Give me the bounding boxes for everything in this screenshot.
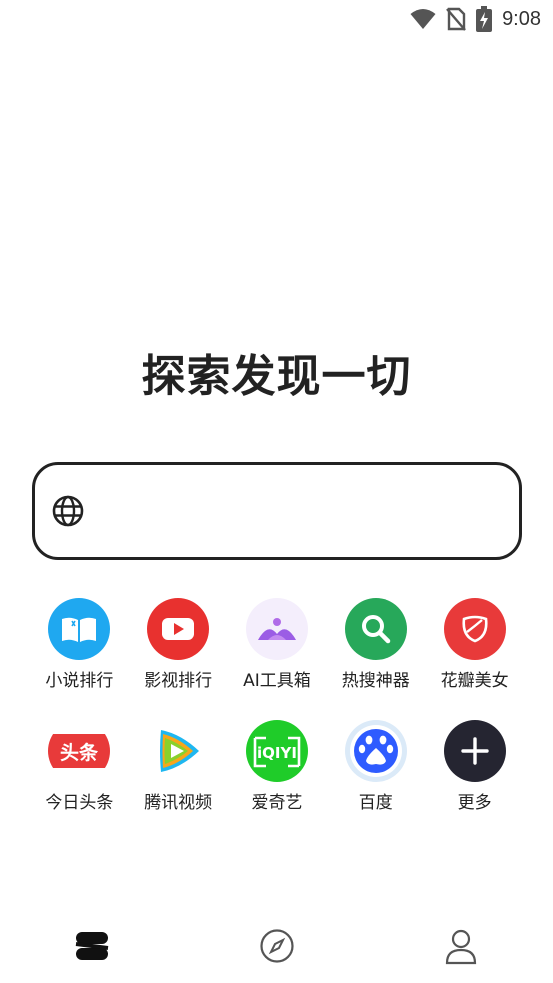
search-icon <box>344 598 407 660</box>
petal-icon <box>443 598 506 660</box>
toutiao-logo-text: 头条 <box>60 741 99 764</box>
app-tencent-video[interactable]: 腾讯视频 <box>129 720 228 828</box>
status-time: 9:08 <box>502 7 541 30</box>
app-label: 影视排行 <box>144 671 213 691</box>
bottom-nav <box>0 912 553 978</box>
search-box[interactable] <box>32 462 522 560</box>
nav-profile[interactable] <box>441 926 481 966</box>
app-more[interactable]: 更多 <box>425 720 524 828</box>
nav-home[interactable] <box>72 926 112 966</box>
app-label: 百度 <box>358 793 393 813</box>
app-novel-ranking[interactable]: 小说排行 <box>30 598 129 706</box>
battery-charging-icon <box>476 6 493 32</box>
app-petal-beauty[interactable]: 花瓣美女 <box>425 598 524 706</box>
app-toutiao[interactable]: 头条 今日头条 <box>30 720 129 828</box>
person-icon <box>445 929 477 965</box>
status-bar: 9:08 <box>0 0 553 38</box>
wifi-icon <box>410 9 436 29</box>
app-hot-search[interactable]: 热搜神器 <box>326 598 425 706</box>
shortcut-grid: 小说排行 影视排行 AI工具箱 热搜神器 花瓣美女 头条 今日头条 腾讯视频 i… <box>30 598 524 828</box>
iqiyi-logo: iQIYI <box>245 720 308 782</box>
app-label: 更多 <box>457 793 492 813</box>
ai-icon <box>245 598 308 660</box>
app-label: AI工具箱 <box>243 671 311 691</box>
app-baidu[interactable]: 百度 <box>326 720 425 828</box>
plus-icon <box>443 720 506 782</box>
globe-icon <box>52 495 84 527</box>
baidu-paw-logo <box>344 720 407 782</box>
app-label: 今日头条 <box>45 793 114 813</box>
app-label: 花瓣美女 <box>440 671 509 691</box>
app-label: 爱奇艺 <box>251 793 303 813</box>
app-label: 热搜神器 <box>341 671 410 691</box>
iqiyi-logo-text: iQIYI <box>257 744 297 762</box>
app-iqiyi[interactable]: iQIYI 爱奇艺 <box>228 720 327 828</box>
app-video-ranking[interactable]: 影视排行 <box>129 598 228 706</box>
book-icon <box>48 598 111 660</box>
tencent-video-logo <box>147 720 210 782</box>
home-logo-icon <box>75 932 109 960</box>
app-ai-toolbox[interactable]: AI工具箱 <box>228 598 327 706</box>
compass-icon <box>260 929 294 963</box>
nav-discover[interactable] <box>257 926 297 966</box>
search-input[interactable] <box>95 481 501 541</box>
app-label: 腾讯视频 <box>144 793 213 813</box>
toutiao-logo: 头条 <box>48 720 111 782</box>
page-title: 探索发现一切 <box>141 351 412 402</box>
app-label: 小说排行 <box>45 671 114 691</box>
play-icon <box>147 598 210 660</box>
no-sim-icon <box>446 7 466 31</box>
